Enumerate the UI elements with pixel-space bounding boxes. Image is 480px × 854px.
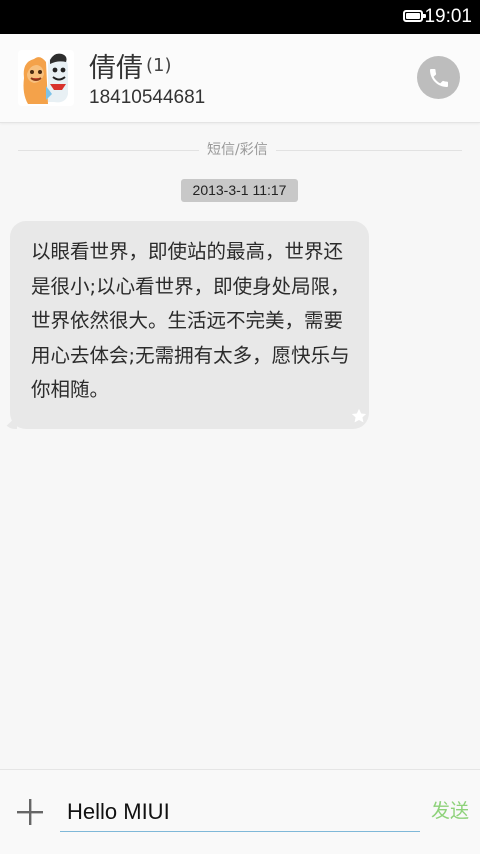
contact-name-text: 倩倩 — [89, 53, 143, 84]
message-text: 以眼看世界，即使站的最高，世界还是很小;以心看世界，即使身处局限，世界依然很大。… — [31, 240, 350, 401]
star-icon — [351, 408, 367, 423]
plus-icon — [17, 799, 43, 825]
battery-icon — [403, 10, 426, 22]
attach-button[interactable] — [13, 795, 47, 829]
contact-name: 倩倩 (1) — [89, 50, 172, 85]
message-type-label: 短信/彩信 — [199, 141, 276, 159]
message-input[interactable] — [60, 792, 420, 832]
conversation-header: 倩倩 (1) 18410544681 — [0, 34, 480, 123]
phone-icon — [429, 68, 448, 87]
call-button[interactable] — [417, 56, 460, 99]
send-button[interactable]: 发送 — [431, 798, 469, 824]
unread-count: (1) — [146, 55, 172, 76]
status-time: 19:01 — [424, 6, 472, 27]
message-timestamp: 2013-3-1 11:17 — [181, 179, 298, 202]
contact-phone-number: 18410544681 — [89, 87, 206, 108]
incoming-message-bubble[interactable]: 以眼看世界，即使站的最高，世界还是很小;以心看世界，即使身处局限，世界依然很大。… — [10, 221, 369, 429]
compose-bar: 发送 — [0, 769, 480, 854]
status-bar: 19:01 — [0, 0, 480, 34]
contact-avatar-icon[interactable] — [18, 50, 74, 106]
